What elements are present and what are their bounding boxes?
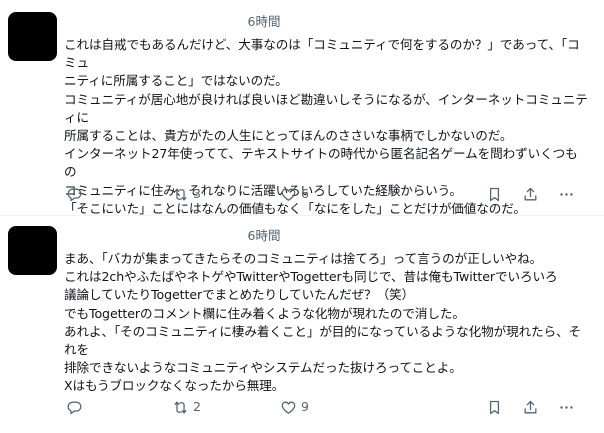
repost-button[interactable]: 3 [172,183,201,205]
post-actions: 3 6 [64,183,594,205]
post-text: まあ、「バカが集まってきたらそのコミュニティは捨てろ」って言うのが正しいやね。 … [64,251,582,394]
bookmark-icon [489,187,500,201]
heart-icon [281,401,296,414]
reply-button[interactable] [66,183,87,205]
share-button[interactable] [522,183,539,205]
like-count: 6 [301,186,309,201]
repost-button[interactable]: 2 [172,396,201,418]
post-actions: 2 9 [64,396,594,418]
avatar[interactable] [8,12,57,61]
like-button[interactable]: 9 [280,396,309,418]
more-icon [560,192,573,196]
post-time[interactable]: 6時間 [64,14,464,30]
share-icon [524,187,537,200]
bookmark-icon [489,400,500,414]
repost-icon [174,401,187,413]
avatar[interactable] [8,226,57,275]
repost-icon [174,188,187,200]
share-icon [524,400,537,413]
post[interactable]: 6時間 まあ、「バカが集まってきたらそのコミュニティは捨てろ」って言うのが正しい… [0,216,604,433]
reply-icon [67,401,82,414]
post-time[interactable]: 6時間 [64,228,464,244]
bookmark-button[interactable] [486,396,503,418]
bookmark-button[interactable] [486,183,503,205]
post[interactable]: 6時間 これは自戒でもあるんだけど、大事なのは「コミュニティで何をするのか？」で… [0,0,604,216]
reply-icon [67,188,82,201]
more-button[interactable] [558,183,575,205]
repost-count: 2 [193,399,201,414]
more-button[interactable] [558,396,575,418]
heart-icon [281,188,296,201]
share-button[interactable] [522,396,539,418]
reply-button[interactable] [66,396,87,418]
repost-count: 3 [193,186,201,201]
like-button[interactable]: 6 [280,183,309,205]
like-count: 9 [301,399,309,414]
more-icon [560,405,573,409]
